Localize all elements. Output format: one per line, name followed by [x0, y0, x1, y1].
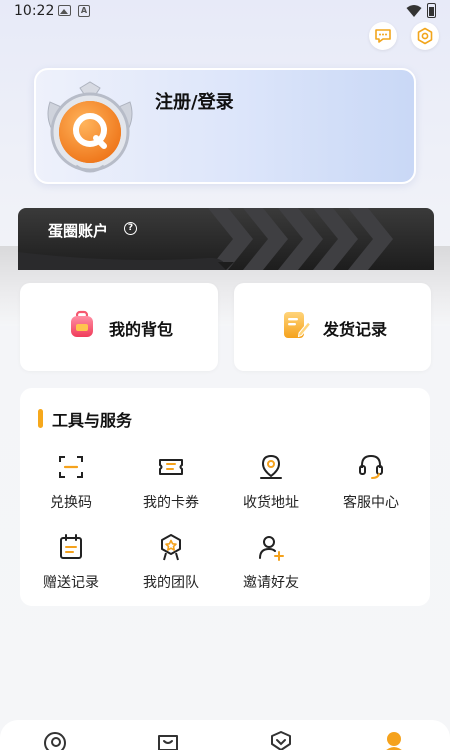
- tool-label: 赠送记录: [43, 575, 99, 591]
- tool-label: 邀请好友: [243, 575, 299, 591]
- tool-label: 客服中心: [343, 495, 399, 511]
- message-icon: [375, 29, 391, 43]
- location-icon: [260, 454, 282, 479]
- tool-shipping-address[interactable]: 收货地址: [226, 452, 316, 516]
- wifi-icon: [406, 5, 422, 17]
- tools-title: 工具与服务: [52, 411, 133, 430]
- profile-icon[interactable]: [381, 730, 407, 750]
- coupon-icon: [159, 459, 183, 475]
- backpack-label: 我的背包: [109, 320, 174, 339]
- status-time: 10:22: [14, 3, 55, 19]
- help-icon[interactable]: ?: [124, 222, 137, 235]
- account-title: 蛋圈账户: [48, 222, 109, 240]
- headset-icon: [359, 454, 383, 479]
- a-icon: A: [78, 5, 90, 17]
- team-badge-icon: [161, 534, 181, 561]
- tool-redeem-code[interactable]: 兑换码: [26, 452, 116, 516]
- tool-my-team[interactable]: 我的团队: [126, 532, 216, 596]
- tool-label: 收货地址: [243, 495, 299, 511]
- calendar-icon: [60, 534, 82, 559]
- tools-panel: 工具与服务 兑换码 我的卡券 收货地址 客服中心 赠送记录 我的团队 邀请好友: [20, 388, 430, 606]
- login-register-link[interactable]: 注册/登录: [155, 88, 234, 114]
- banner-notch: [218, 262, 234, 270]
- shield-icon[interactable]: [268, 730, 294, 750]
- settings-icon: [417, 27, 433, 45]
- backpack-icon: [71, 310, 93, 337]
- tool-customer-service[interactable]: 客服中心: [326, 452, 416, 516]
- status-bar: 10:22 A: [0, 0, 450, 24]
- scan-code-icon: [59, 456, 83, 478]
- home-icon[interactable]: [42, 730, 68, 750]
- shipping-record-card[interactable]: 发货记录: [234, 283, 431, 371]
- backpack-card[interactable]: 我的背包: [20, 283, 218, 371]
- avatar-badge: [47, 81, 133, 173]
- section-accent: [38, 409, 43, 428]
- bag-icon[interactable]: [155, 730, 181, 750]
- settings-button[interactable]: [411, 22, 439, 50]
- tab-bar: [0, 720, 450, 750]
- account-banner[interactable]: 蛋圈账户 ?: [18, 208, 434, 270]
- tool-label: 兑换码: [50, 495, 92, 511]
- tool-gift-record[interactable]: 赠送记录: [26, 532, 116, 596]
- shipping-record-label: 发货记录: [323, 320, 388, 339]
- photo-icon: [58, 5, 71, 16]
- shipping-record-icon: [284, 312, 312, 338]
- avatar[interactable]: [40, 80, 140, 180]
- tool-coupons[interactable]: 我的卡券: [126, 452, 216, 516]
- tool-label: 我的卡券: [143, 495, 199, 511]
- message-button[interactable]: [369, 22, 397, 50]
- add-user-icon: [259, 536, 284, 561]
- battery-icon: [427, 3, 436, 18]
- tool-invite-friends[interactable]: 邀请好友: [226, 532, 316, 596]
- tool-label: 我的团队: [143, 575, 199, 591]
